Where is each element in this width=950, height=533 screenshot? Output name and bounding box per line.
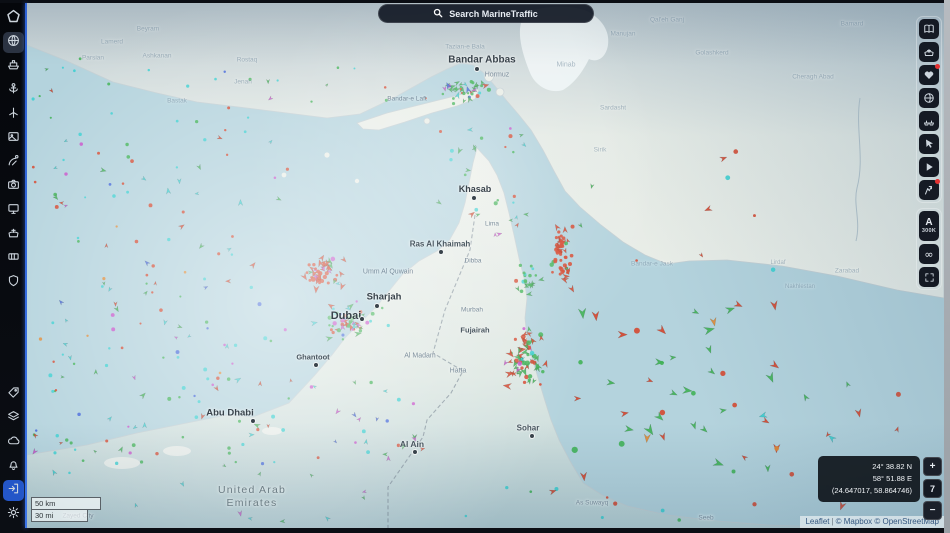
map-canvas[interactable]: Bandar Abbas Hormuz Minab Tazian-e Bala Band… [27, 3, 944, 528]
sidebar-item-notifications[interactable] [3, 456, 24, 477]
cloud-icon [7, 434, 20, 452]
playback-button[interactable] [919, 157, 939, 177]
globe-icon [7, 34, 20, 52]
sidebar-item-logo[interactable] [3, 8, 24, 29]
coord-decimal: (24.647017, 58.864746) [831, 486, 912, 495]
infinity-icon: ∞ [924, 247, 934, 261]
satellite-icon [7, 154, 20, 172]
sidebar-item-cameras[interactable] [3, 176, 24, 197]
coord-lat: 24° 38.82 N [872, 462, 912, 471]
monitor-bezel [944, 0, 950, 533]
islet [104, 457, 140, 469]
sidebar-item-settings[interactable] [3, 504, 24, 525]
app-screen: Bandar Abbas Hormuz Minab Tazian-e Bala Band… [0, 3, 944, 528]
scale-km: 50 km [31, 497, 101, 510]
tag-icon [7, 386, 20, 404]
sidebar-item-explore[interactable] [3, 32, 24, 53]
island-hormuz [484, 72, 494, 82]
scale-mi: 30 mi [31, 510, 88, 522]
zoom-level-indicator: 7 [923, 479, 942, 498]
layers-globe-button[interactable] [919, 88, 939, 108]
zoom-in-button[interactable]: + [923, 457, 942, 476]
favorites-button[interactable] [919, 64, 940, 85]
density-letter: A [925, 217, 933, 228]
stack-icon [7, 410, 20, 428]
timelapse-button[interactable]: ∞ [919, 244, 939, 264]
island-abu-musa [281, 172, 287, 178]
gear-icon [7, 506, 20, 524]
wind-turbine-icon [7, 106, 20, 124]
login-icon [7, 482, 20, 500]
search-icon [433, 8, 443, 20]
sidebar-item-photos[interactable] [3, 128, 24, 149]
island-tunb [324, 152, 330, 158]
zoom-control: + 7 − [923, 457, 942, 520]
sidebar-item-layers[interactable] [3, 408, 24, 429]
map-tools-rail [916, 16, 942, 203]
island-larak [495, 87, 505, 97]
anchor-icon [7, 82, 20, 100]
vessel-filter-button[interactable] [919, 42, 939, 62]
sidebar-item-fleet[interactable] [3, 224, 24, 245]
density-maps-button[interactable]: A 300K [919, 211, 939, 241]
sidebar-item-wind-farms[interactable] [3, 104, 24, 125]
sidebar-item-tools[interactable] [3, 200, 24, 221]
notification-badge [935, 179, 940, 184]
shield-icon [7, 274, 20, 292]
ship-front-icon [7, 226, 20, 244]
sidebar-item-satellite[interactable] [3, 152, 24, 173]
islet [163, 446, 191, 456]
camera-icon [7, 178, 20, 196]
search-placeholder: Search MarineTraffic [449, 8, 538, 19]
coord-lon: 58° 51.88 E [872, 474, 912, 483]
fleets-button[interactable] [919, 111, 939, 131]
legend-button[interactable] [919, 19, 939, 39]
marinetraffic-logo-icon [6, 9, 21, 29]
leaflet-link[interactable]: Leaflet [805, 517, 829, 526]
sidebar-item-ports[interactable] [3, 80, 24, 101]
fullscreen-button[interactable] [919, 267, 939, 287]
sidebar-item-tags[interactable] [3, 384, 24, 405]
sidebar-item-protect[interactable] [3, 272, 24, 293]
sidebar-item-data[interactable] [3, 248, 24, 269]
coordinates-box: 24° 38.82 N 58° 51.88 E (24.647017, 58.8… [818, 456, 920, 502]
notification-badge [935, 64, 940, 69]
scale-bar: 50 km 30 mi [31, 497, 101, 522]
islet [262, 427, 282, 435]
left-sidebar [0, 3, 27, 528]
ship-icon [7, 58, 20, 76]
sidebar-item-vessels[interactable] [3, 56, 24, 77]
map-base-svg [27, 3, 944, 528]
sidebar-item-cloud[interactable] [3, 432, 24, 453]
map-density-rail: A 300K ∞ [916, 208, 942, 290]
photo-icon [7, 130, 20, 148]
search-bar[interactable]: Search MarineTraffic [377, 4, 594, 23]
island-small [354, 178, 360, 184]
list-icon [7, 250, 20, 268]
sidebar-item-login[interactable] [3, 480, 24, 501]
island-hengam [423, 117, 431, 125]
zoom-out-button[interactable]: − [923, 501, 942, 520]
routes-button[interactable] [919, 179, 940, 200]
bell-icon [7, 458, 20, 476]
monitor-icon [7, 202, 20, 220]
select-cursor-button[interactable] [919, 134, 939, 154]
density-count: 300K [921, 228, 937, 234]
